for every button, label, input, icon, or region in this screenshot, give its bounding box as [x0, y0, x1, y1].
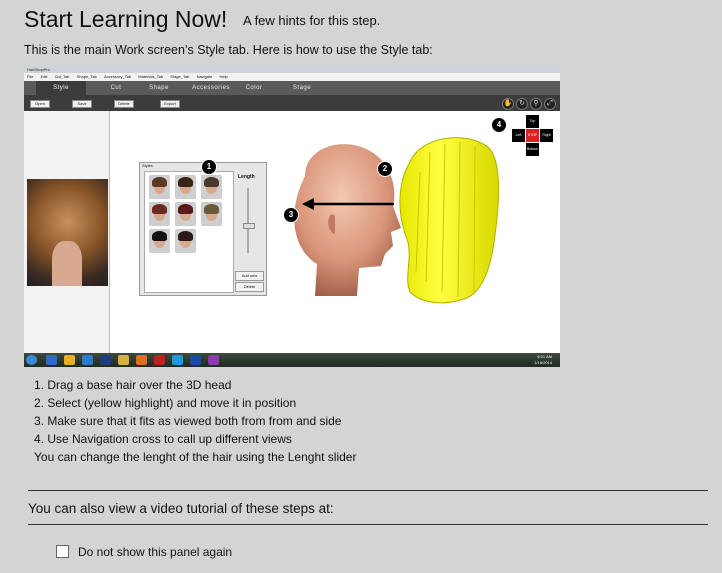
hair-style-thumb: [149, 202, 170, 226]
menu-item: File: [27, 74, 34, 79]
divider: [28, 490, 708, 491]
windows-taskbar: 6:21 AM 1/16/2014: [24, 353, 560, 367]
add-new-button: Add new: [235, 271, 264, 281]
photoshop-icon: [100, 355, 111, 365]
rotate-icon: ↻: [516, 98, 528, 110]
menu-item: Accessory_Tab: [104, 74, 132, 79]
app-menubar: File Edit Cut_Tab Shape_Tab Accessory_Ta…: [24, 73, 560, 81]
styles-panel: Styles Length Add new Delete: [139, 162, 267, 296]
reference-photo: [27, 179, 108, 286]
step-4: 4. Use Navigation cross to call up diffe…: [34, 432, 292, 446]
styles-grid: [144, 171, 234, 293]
marker-1: 1: [201, 159, 217, 175]
menu-item: Edit: [40, 74, 48, 79]
nav-stop: STOP: [526, 129, 539, 142]
tab-cut: Cut: [110, 85, 122, 91]
nav-left: Left: [512, 129, 525, 142]
zoom-icon: ⚲: [530, 98, 542, 110]
reference-photo-neck: [52, 241, 82, 286]
hair-style-thumb: [175, 175, 196, 199]
marker-3: 3: [283, 207, 299, 223]
hair-style-thumb: [201, 175, 222, 199]
save-button: Save: [72, 100, 92, 108]
step-1: 1. Drag a base hair over the 3D head: [34, 378, 232, 392]
hairshop-icon: [208, 355, 219, 365]
step-3: 3. Make sure that it fits as viewed both…: [34, 414, 342, 428]
app-icon: [154, 355, 165, 365]
app-tabbar: Style Cut Shape Accessories Color Stage: [24, 81, 560, 95]
length-note: You can change the lenght of the hair us…: [34, 450, 357, 464]
open-button: Open: [30, 100, 50, 108]
nav-right: Right: [540, 129, 553, 142]
tab-stage: Stage: [292, 85, 312, 91]
do-not-show-label[interactable]: Do not show this panel again: [78, 545, 232, 559]
tab-shape: Shape: [149, 85, 169, 91]
menu-item: Help: [219, 74, 228, 79]
explorer-icon: [64, 355, 75, 365]
length-label: Length: [238, 174, 255, 180]
app-toolbar: Open Save Delete Export ✋ ↻ ⚲ ⤢: [24, 95, 560, 111]
length-slider-knob: [243, 223, 255, 229]
tab-accessories: Accessories: [192, 85, 230, 91]
reference-panel: [24, 111, 110, 353]
menu-item: Stage_Tab: [170, 74, 190, 79]
style-tab-screenshot: HairShopPro File Edit Cut_Tab Shape_Tab …: [24, 66, 560, 367]
fit-icon: ⤢: [544, 98, 556, 110]
word-icon: [190, 355, 201, 365]
page-title: Start Learning Now!: [24, 6, 228, 32]
firefox-icon: [136, 355, 147, 365]
clock-date: 1/16/2014: [534, 360, 552, 365]
divider: [28, 524, 708, 525]
marker-2: 2: [377, 161, 393, 177]
folder-icon: [118, 355, 129, 365]
step-2: 2. Select (yellow highlight) and move it…: [34, 396, 297, 410]
menu-item: Navigate: [196, 74, 213, 79]
nav-bottom: Bottom: [526, 143, 539, 156]
delete-style-button: Delete: [235, 282, 264, 292]
export-button: Export: [160, 100, 180, 108]
video-tutorial-text: You can also view a video tutorial of th…: [28, 501, 334, 516]
taskbar-clock: 6:21 AM 1/16/2014: [534, 354, 552, 366]
ie-icon: [46, 355, 57, 365]
drag-arrow: [302, 198, 394, 210]
marker-4: 4: [491, 117, 507, 133]
menu-item: Cut_Tab: [54, 74, 70, 79]
hair-style-thumb: [201, 202, 222, 226]
nav-top: Top: [526, 115, 539, 128]
hair-style-thumb: [175, 202, 196, 226]
length-slider-track: [247, 188, 249, 253]
intro-text: This is the main Work screen’s Style tab…: [24, 43, 433, 57]
styles-panel-title: Styles: [142, 163, 153, 168]
start-icon: [26, 355, 37, 365]
page-subtitle: A few hints for this step.: [243, 13, 381, 28]
hand-icon: ✋: [502, 98, 514, 110]
media-icon: [82, 355, 93, 365]
hair-style-thumb: [149, 175, 170, 199]
do-not-show-checkbox[interactable]: [56, 545, 69, 558]
menu-item: Shape_Tab: [76, 74, 97, 79]
hair-style-thumb: [149, 229, 170, 253]
navigation-cross: Top Left STOP Right Bottom: [512, 115, 554, 157]
skype-icon: [172, 355, 183, 365]
menu-item: Materials_Tab: [138, 74, 164, 79]
tab-color: Color: [245, 85, 263, 91]
hair-style-thumb: [175, 229, 196, 253]
delete-button: Delete: [114, 100, 134, 108]
app-titlebar: HairShopPro: [24, 66, 560, 73]
tab-style: Style: [36, 81, 86, 95]
3d-hair-model: [399, 137, 500, 304]
